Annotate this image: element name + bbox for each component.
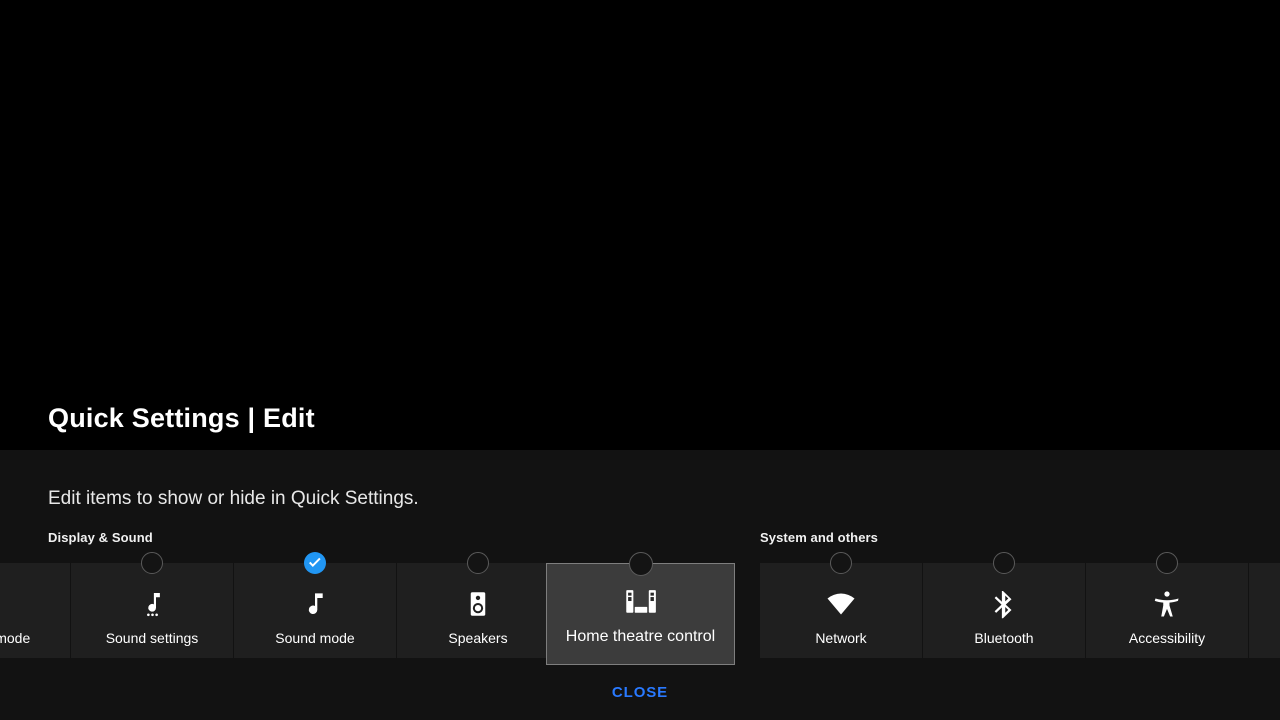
page-title: Quick Settings | Edit <box>48 403 315 433</box>
tile-network[interactable]: Network <box>760 552 922 658</box>
tile-label: Network <box>815 630 867 646</box>
accessibility-icon <box>1152 589 1182 619</box>
tile-accessibility[interactable]: Accessibility <box>1086 552 1248 658</box>
tile-picture-mode[interactable]: Picture mode <box>0 563 70 658</box>
tile-label: Home theatre control <box>565 628 716 645</box>
tile-select-marker[interactable] <box>628 552 653 576</box>
tile-check-marker[interactable] <box>304 552 326 574</box>
bluetooth-icon <box>989 589 1019 619</box>
tile-sound-settings[interactable]: Sound settings <box>71 552 233 658</box>
background-backdrop <box>0 0 1280 450</box>
sound-settings-icon <box>137 589 167 619</box>
tile-select-marker[interactable] <box>467 552 489 574</box>
home-theatre-icon <box>624 587 658 617</box>
tile-label: Sound settings <box>105 630 199 646</box>
tile-label: Speakers <box>448 630 508 646</box>
tile-label: Sound mode <box>275 630 355 646</box>
tile-bluetooth[interactable]: Bluetooth <box>923 552 1085 658</box>
tile-select-marker[interactable] <box>993 552 1015 574</box>
tile-select-marker[interactable] <box>830 552 852 574</box>
tile-label: Bluetooth <box>974 630 1034 646</box>
tile-home-theatre-control[interactable]: Home theatre control <box>546 552 735 665</box>
section-header-display-and-sound: Display & Sound <box>48 530 153 545</box>
quick-settings-edit-screen: Quick Settings | Edit Edit items to show… <box>0 0 1280 720</box>
tile-row-system-and-others: Network Bluetooth Accessibility <box>760 552 1280 658</box>
section-header-system-and-others: System and others <box>760 530 879 545</box>
picture-mode-icon <box>0 589 4 619</box>
tile-select-marker[interactable] <box>1156 552 1178 574</box>
speakers-icon <box>463 589 493 619</box>
close-button[interactable]: CLOSE <box>0 682 1280 704</box>
tile-speakers[interactable]: Speakers <box>397 552 559 658</box>
tile-label: Picture mode <box>0 630 31 646</box>
tile-sound-mode[interactable]: Sound mode <box>234 552 396 658</box>
sheet-description: Edit items to show or hide in Quick Sett… <box>48 488 419 509</box>
tile-label: Accessibility <box>1128 630 1206 646</box>
tile-select-marker[interactable] <box>141 552 163 574</box>
sound-mode-icon <box>300 589 330 619</box>
tile-3[interactable] <box>1249 563 1280 658</box>
wifi-icon <box>826 589 856 619</box>
